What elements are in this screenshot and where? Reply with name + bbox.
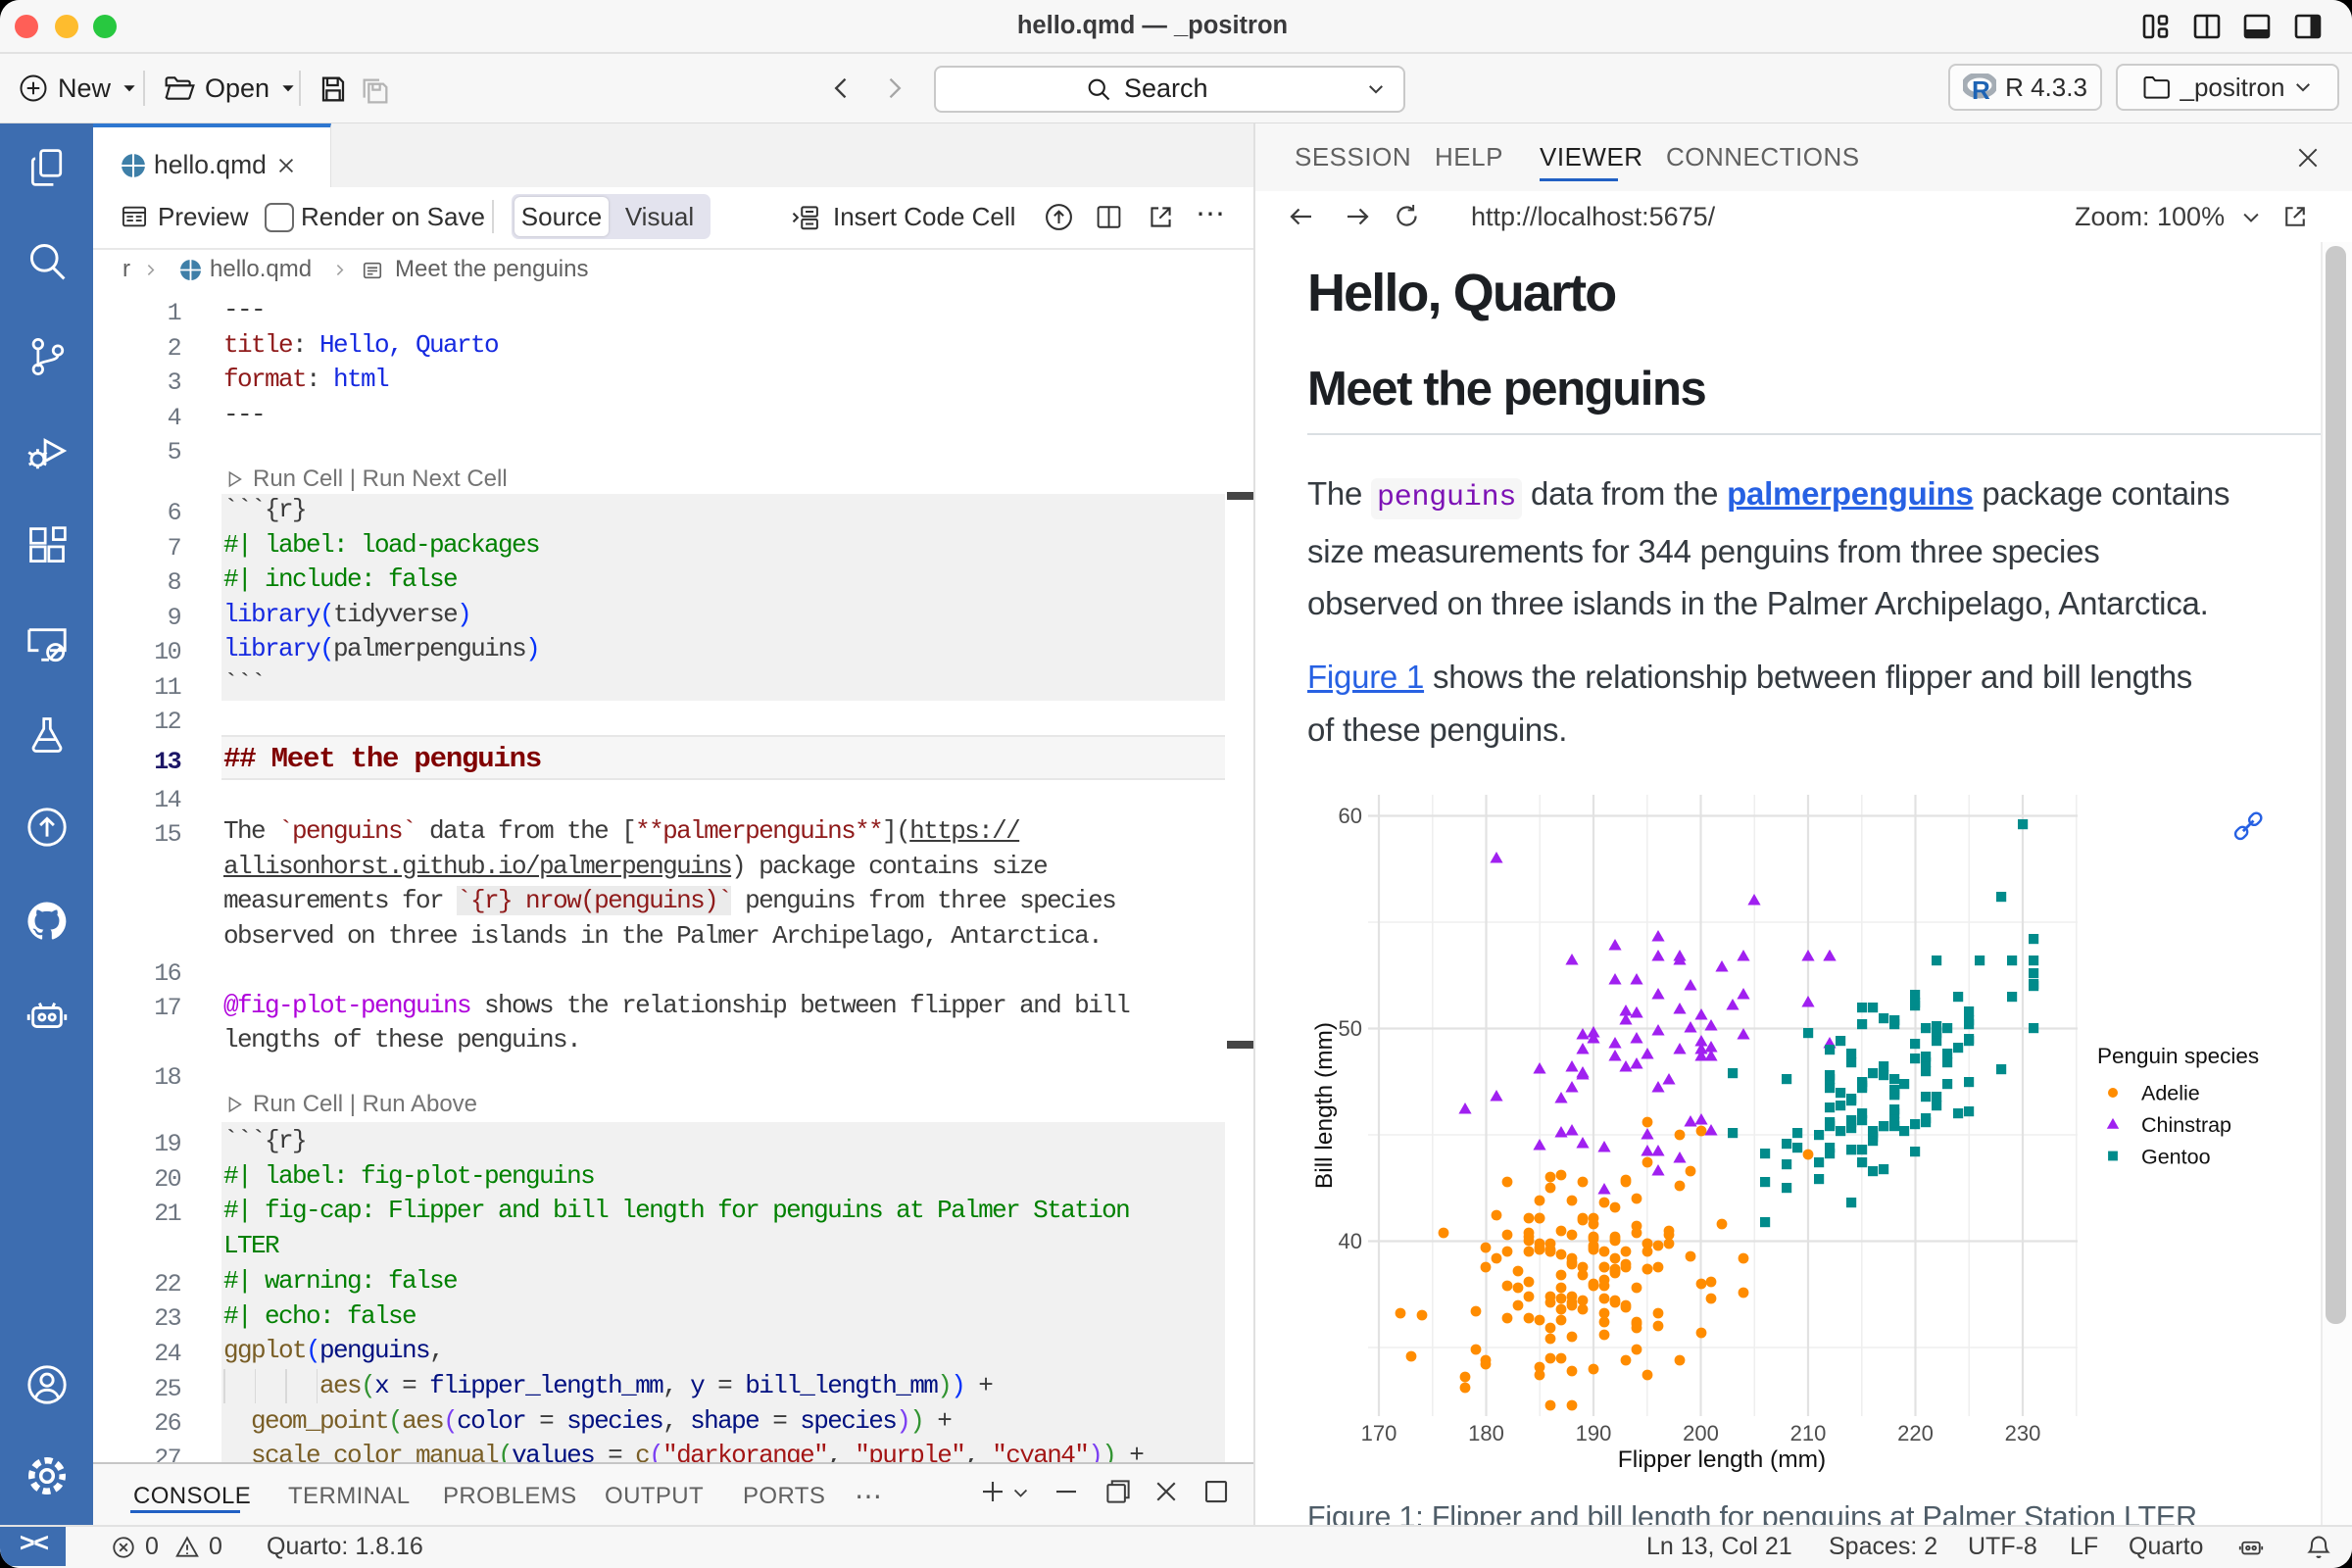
svg-text:50: 50 xyxy=(1339,1016,1362,1041)
svg-text:Bill length (mm): Bill length (mm) xyxy=(1311,1022,1338,1189)
svg-text:40: 40 xyxy=(1339,1229,1362,1253)
svg-text:190: 190 xyxy=(1576,1421,1612,1446)
svg-text:Flipper length (mm): Flipper length (mm) xyxy=(1618,1446,1826,1473)
svg-text:230: 230 xyxy=(2005,1421,2041,1446)
svg-text:60: 60 xyxy=(1339,804,1362,828)
svg-text:170: 170 xyxy=(1361,1421,1397,1446)
svg-text:Gentoo: Gentoo xyxy=(2141,1146,2211,1169)
svg-text:220: 220 xyxy=(1897,1421,1934,1446)
svg-text:Chinstrap: Chinstrap xyxy=(2141,1113,2231,1137)
svg-text:Adelie: Adelie xyxy=(2141,1082,2200,1105)
svg-text:210: 210 xyxy=(1790,1421,1827,1446)
svg-text:Penguin species: Penguin species xyxy=(2097,1044,2259,1068)
svg-text:200: 200 xyxy=(1683,1421,1719,1446)
svg-text:R: R xyxy=(1972,75,1990,101)
svg-text:180: 180 xyxy=(1468,1421,1504,1446)
